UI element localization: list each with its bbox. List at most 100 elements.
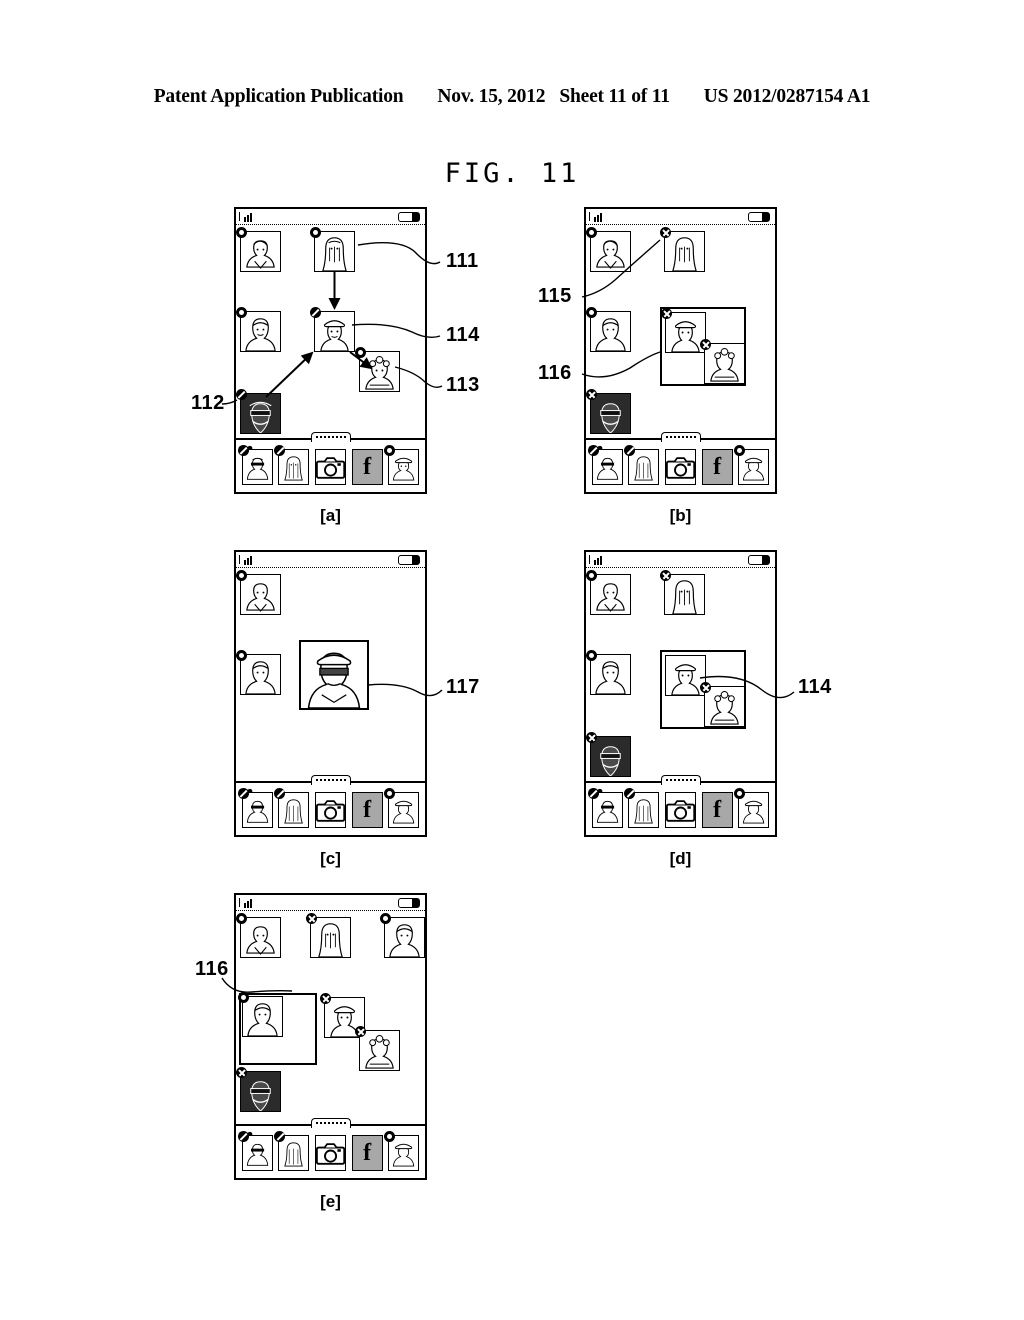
status-bar [586, 552, 775, 568]
panel-c-canvas[interactable] [236, 568, 425, 783]
dock-contact-avatar-1[interactable] [237, 1131, 273, 1171]
figure-title: FIG. 11 [444, 158, 580, 189]
dock-camera-button[interactable] [314, 792, 347, 828]
blocked-badge-icon [586, 732, 597, 743]
avatar-art [315, 312, 354, 351]
avatar-art [705, 344, 744, 383]
panel-d-device: f [584, 550, 777, 837]
ref-116-e: 116 [195, 958, 229, 980]
dock-facebook-button[interactable]: f [351, 449, 383, 485]
ref-117: 117 [446, 676, 480, 698]
avatar-thumb-man-suit[interactable] [236, 570, 281, 615]
dock-contact-avatar-2[interactable] [274, 788, 310, 828]
blocked-badge-icon [661, 308, 672, 319]
document-number: US 2012/0287154 A1 [703, 86, 871, 107]
dock-contact-avatar-1[interactable] [237, 445, 273, 485]
bottom-dock: f [236, 1128, 425, 1178]
avatar-thumb-sunglasses-dark[interactable] [586, 732, 631, 777]
dock-contact-avatar-1[interactable] [237, 788, 273, 828]
dock-handle[interactable] [310, 1118, 351, 1128]
dock-contact-avatar-3[interactable] [734, 788, 770, 828]
dock-facebook-button[interactable]: f [701, 449, 733, 485]
dock-facebook-button[interactable]: f [701, 792, 733, 828]
avatar-thumb-woman[interactable] [586, 650, 631, 695]
battery-icon [748, 555, 770, 565]
avatar-thumb-woman[interactable] [238, 992, 283, 1037]
bottom-dock: f [236, 442, 425, 492]
avatar-thumb-long-hair[interactable] [660, 227, 705, 272]
dock-contact-avatar-2[interactable] [624, 445, 660, 485]
dock-handle[interactable] [660, 432, 701, 442]
avatar-thumb-sunglasses-dark[interactable] [586, 389, 631, 434]
blocked-badge-icon [660, 227, 671, 238]
avatar-thumb-sunglasses-dark[interactable] [236, 1067, 281, 1112]
camera-icon [315, 793, 346, 827]
avatar-art [385, 918, 424, 957]
dock-facebook-button[interactable]: f [351, 1135, 383, 1171]
dock-facebook-button[interactable]: f [351, 792, 383, 828]
group-selection-box[interactable] [660, 650, 746, 729]
avatar-art [241, 1072, 280, 1111]
avatar-thumb-man-suit[interactable] [236, 913, 281, 958]
dock-contact-avatar-2[interactable] [274, 445, 310, 485]
status-bar [586, 209, 775, 225]
avatar-art [360, 1031, 399, 1070]
page-header: Patent Application Publication Nov. 15, … [0, 86, 1024, 108]
enlarged-avatar-view[interactable] [299, 640, 369, 710]
blocked-badge-icon [586, 389, 597, 400]
dock-handle[interactable] [310, 775, 351, 785]
panel-a-canvas[interactable] [236, 225, 425, 440]
dock-camera-button[interactable] [664, 792, 697, 828]
avatar-thumb-long-hair[interactable] [306, 913, 351, 958]
avatar-thumb-man-suit[interactable] [586, 227, 631, 272]
avatar-art-enlarged [301, 642, 367, 708]
panel-label-a: [a] [320, 506, 341, 525]
dock-handle[interactable] [660, 775, 701, 785]
avatar-thumb-long-hair[interactable] [310, 227, 355, 272]
avatar-thumb-center-cap[interactable] [310, 307, 355, 352]
panel-c-device: f [234, 550, 427, 837]
avatar-thumb-woman[interactable] [586, 307, 631, 352]
avatar-thumb-curly[interactable] [700, 339, 745, 384]
dock-contact-avatar-2[interactable] [274, 1131, 310, 1171]
bottom-dock: f [236, 785, 425, 835]
avatar-art [241, 394, 280, 433]
status-badge-icon [586, 307, 597, 318]
avatar-thumb-long-hair[interactable] [660, 570, 705, 615]
avatar-art [315, 232, 354, 271]
avatar-thumb-woman[interactable] [236, 650, 281, 695]
dock-contact-avatar-1[interactable] [587, 445, 623, 485]
avatar-thumb-man-suit[interactable] [586, 570, 631, 615]
dock-camera-button[interactable] [314, 449, 347, 485]
status-badge-icon [238, 992, 249, 1003]
avatar-art [241, 312, 280, 351]
dock-contact-avatar-2[interactable] [624, 788, 660, 828]
avatar-thumb-woman[interactable] [236, 307, 281, 352]
avatar-art [241, 918, 280, 957]
dock-camera-button[interactable] [314, 1135, 347, 1171]
dock-camera-button[interactable] [664, 449, 697, 485]
ref-111: 111 [446, 250, 479, 272]
blocked-badge-icon [236, 1067, 247, 1078]
avatar-art [311, 918, 350, 957]
avatar-thumb-sunglasses-dark[interactable] [236, 389, 281, 434]
panel-b-canvas[interactable] [586, 225, 775, 440]
panel-d-canvas[interactable] [586, 568, 775, 783]
avatar-thumb-curly[interactable] [355, 347, 400, 392]
group-selection-box[interactable] [660, 307, 746, 386]
avatar-thumb-man-suit[interactable] [236, 227, 281, 272]
avatar-thumb-woman-topright[interactable] [380, 913, 425, 958]
dock-contact-avatar-3[interactable] [384, 445, 420, 485]
publication-label: Patent Application Publication [153, 86, 404, 107]
avatar-thumb-curly[interactable] [700, 682, 745, 727]
group-selection-box[interactable] [238, 992, 317, 1065]
avatar-thumb-curly[interactable] [355, 1026, 400, 1071]
dock-contact-avatar-1[interactable] [587, 788, 623, 828]
avatar-art [591, 655, 630, 694]
panel-e-canvas[interactable] [236, 911, 425, 1126]
dock-contact-avatar-3[interactable] [384, 788, 420, 828]
dock-handle[interactable] [310, 432, 351, 442]
dock-contact-avatar-3[interactable] [734, 445, 770, 485]
dock-contact-avatar-3[interactable] [384, 1131, 420, 1171]
avatar-art [241, 655, 280, 694]
